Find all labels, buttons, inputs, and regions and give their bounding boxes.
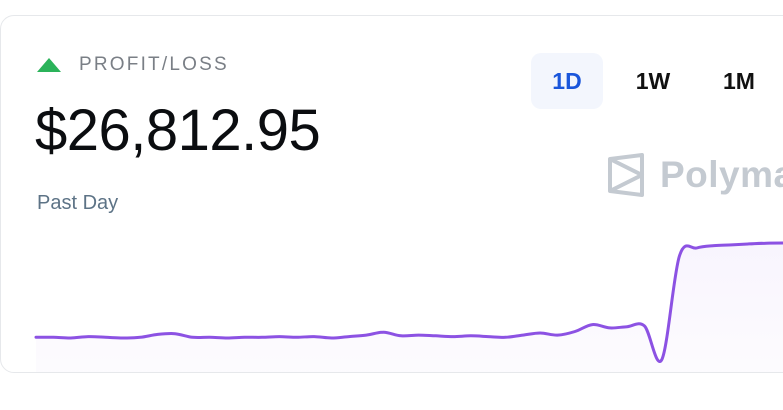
profit-loss-card: PROFIT/LOSS $26,812.95 Past Day 1D 1W 1M… bbox=[0, 15, 783, 373]
profit-loss-amount: $26,812.95 bbox=[35, 98, 321, 163]
tab-1w[interactable]: 1W bbox=[617, 53, 689, 109]
period-label: Past Day bbox=[37, 192, 119, 214]
timeframe-tabs: 1D 1W 1M bbox=[531, 53, 783, 109]
profit-loss-header: PROFIT/LOSS bbox=[37, 54, 229, 76]
tab-1d[interactable]: 1D bbox=[531, 53, 603, 109]
profit-loss-label: PROFIT/LOSS bbox=[79, 54, 229, 75]
polymarket-logo-icon bbox=[608, 153, 644, 197]
tab-1m[interactable]: 1M bbox=[703, 53, 775, 109]
brand-name: Polyma bbox=[660, 154, 783, 195]
trend-up-icon bbox=[37, 58, 61, 72]
brand-watermark: Polyma bbox=[606, 153, 783, 197]
profit-loss-chart bbox=[34, 241, 783, 372]
